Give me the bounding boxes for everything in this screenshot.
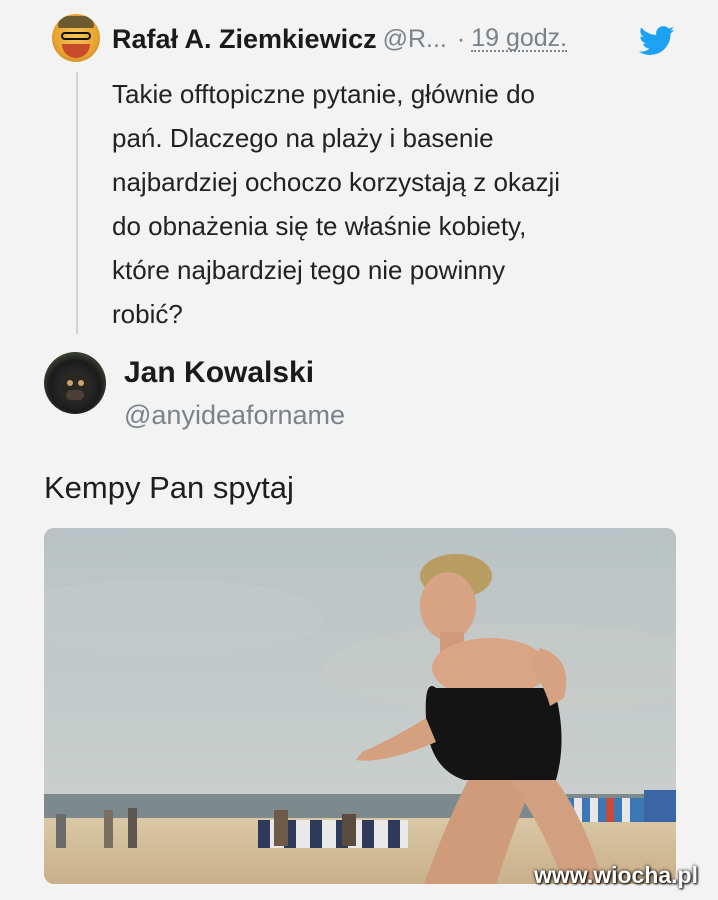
tweet-line: które najbardziej tego nie powinny: [112, 255, 506, 285]
beach-photo-image: [44, 528, 676, 884]
reply-author-name[interactable]: Jan Kowalski: [124, 356, 314, 390]
original-tweet[interactable]: Rafał A. Ziemkiewicz @R... · 19 godz. Ta…: [0, 0, 718, 340]
tweet-body: Takie offtopiczne pytanie, głównie do pa…: [112, 72, 672, 336]
reply-text: Kempy Pan spytaj: [44, 470, 294, 505]
tweet-line: do obnażenia się te właśnie kobiety,: [112, 211, 527, 241]
separator-dot: ·: [456, 24, 466, 53]
watermark: www.wiocha.pl: [534, 862, 698, 888]
author-handle[interactable]: @R...: [383, 25, 447, 54]
tweet-header: Rafał A. Ziemkiewicz @R... · 19 godz.: [112, 22, 568, 56]
tweet-line: pań. Dlaczego na plaży i basenie: [112, 123, 494, 153]
author-avatar[interactable]: [52, 14, 100, 62]
attached-photo[interactable]: [44, 528, 676, 884]
reply-author-avatar[interactable]: [44, 352, 106, 414]
tweet-line: Takie offtopiczne pytanie, głównie do: [112, 79, 536, 109]
twitter-bird-icon: [639, 26, 675, 55]
tweet-timestamp[interactable]: 19 godz.: [471, 26, 568, 52]
tweet-line: najbardziej ochoczo korzystają z okazji: [112, 167, 560, 197]
tweet-line: robić?: [112, 299, 183, 329]
author-name[interactable]: Rafał A. Ziemkiewicz: [112, 24, 377, 55]
reply-author-handle[interactable]: @anyideaforname: [124, 400, 345, 431]
